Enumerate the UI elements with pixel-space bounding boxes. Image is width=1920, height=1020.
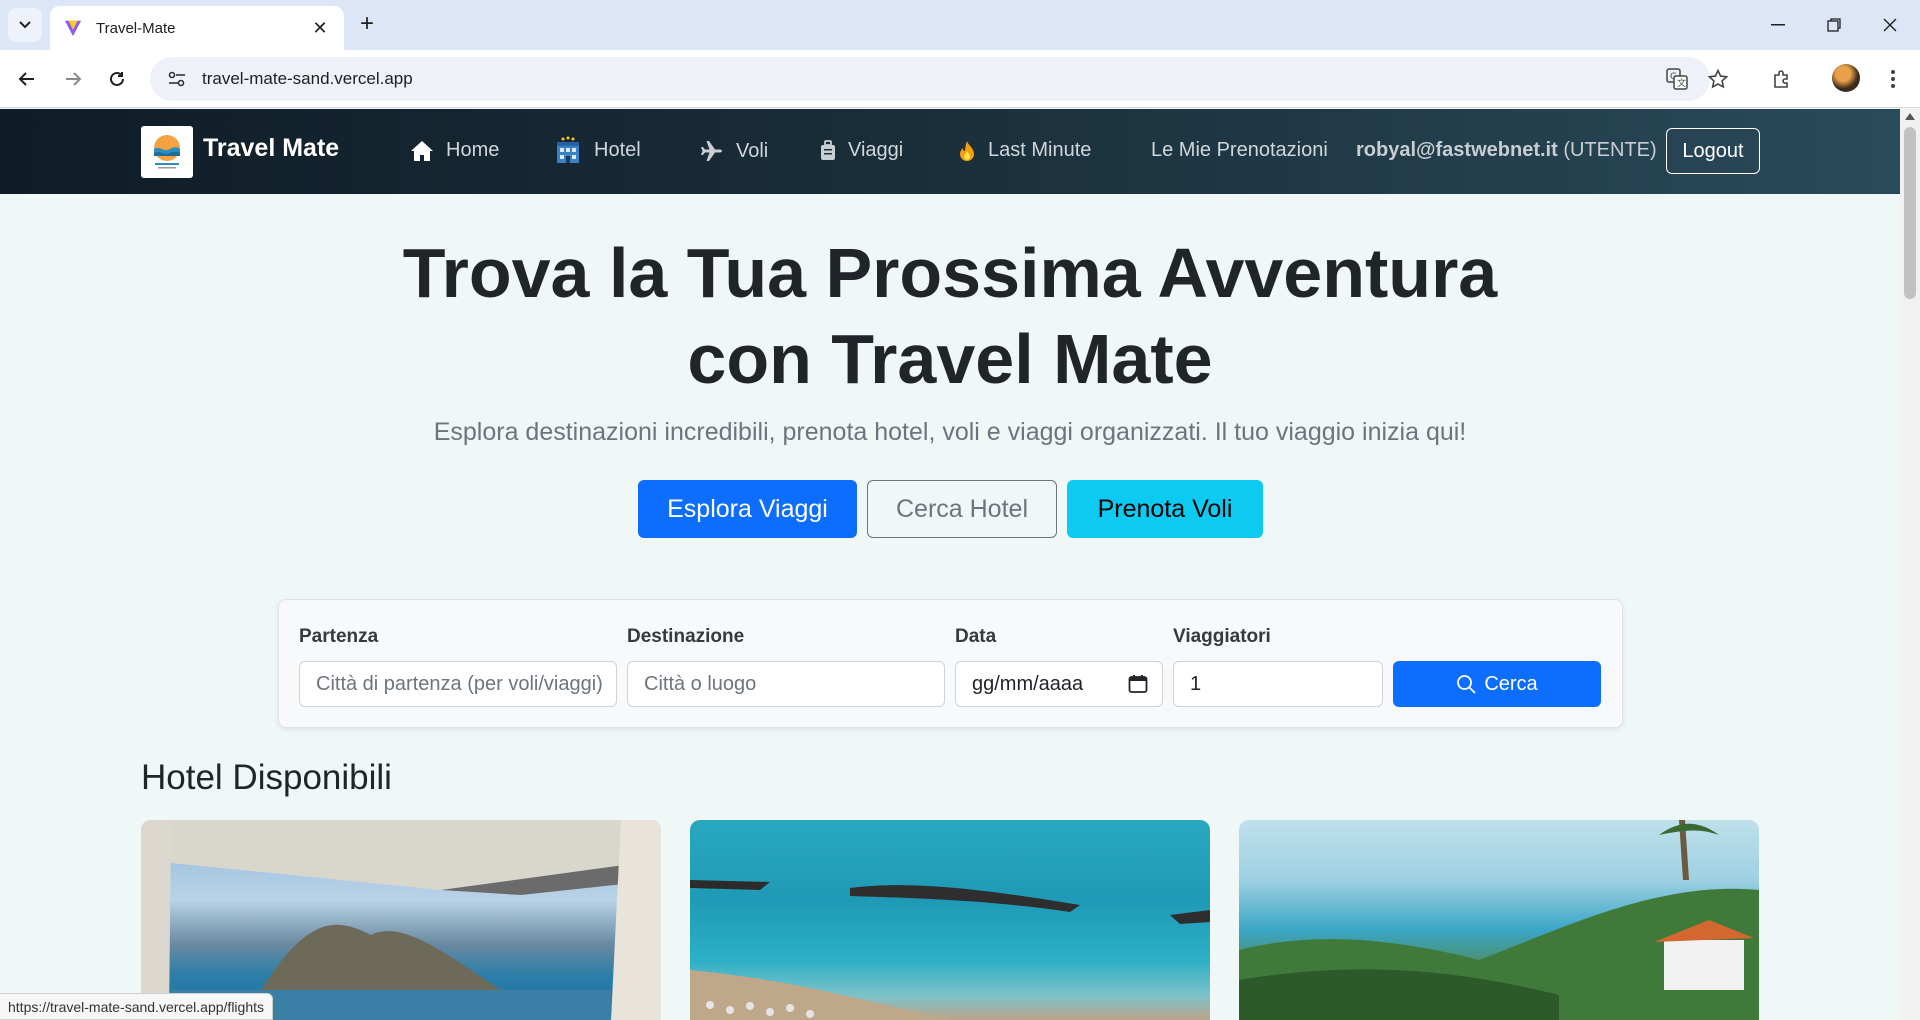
- reload-icon: [110, 71, 124, 86]
- nav-voli-label: Voli: [736, 139, 769, 162]
- plane-icon: [700, 139, 724, 163]
- back-button[interactable]: [10, 62, 44, 96]
- chevron-down-icon: [19, 21, 31, 29]
- nav-hotel[interactable]: Hotel: [554, 136, 641, 164]
- translate-icon[interactable]: G文: [1660, 62, 1694, 96]
- close-window-button[interactable]: [1870, 8, 1910, 42]
- search-button[interactable]: Cerca: [1393, 661, 1601, 707]
- page-scrollbar[interactable]: [1900, 109, 1920, 1020]
- calendar-icon[interactable]: [1128, 674, 1148, 700]
- hotel-image: [690, 880, 1210, 1020]
- nav-my-bookings[interactable]: Le Mie Prenotazioni: [1151, 139, 1328, 162]
- restore-button[interactable]: [1814, 8, 1854, 42]
- home-icon: [410, 140, 434, 162]
- nav-viaggi[interactable]: Viaggi: [820, 139, 903, 162]
- minimize-button[interactable]: [1758, 8, 1798, 42]
- search-hotel-button[interactable]: Cerca Hotel: [867, 480, 1057, 538]
- date-input[interactable]: gg/mm/aaaa: [955, 661, 1163, 707]
- travelers-label: Viaggiatori: [1173, 626, 1271, 647]
- nav-viaggi-label: Viaggi: [848, 139, 904, 161]
- browser-menu-icon[interactable]: [1876, 62, 1910, 96]
- nav-hotel-label: Hotel: [594, 138, 641, 161]
- browser-toolbar: travel-mate-sand.vercel.app G文: [0, 50, 1920, 108]
- user-role: (UTENTE): [1563, 139, 1657, 161]
- departure-input[interactable]: Città di partenza (per voli/viaggi): [299, 661, 617, 707]
- hero-title-line1: Trova la Tua Prossima Avventura: [402, 234, 1498, 312]
- date-label: Data: [955, 626, 997, 647]
- nav-voli[interactable]: Voli: [700, 139, 768, 163]
- new-tab-button[interactable]: +: [352, 10, 382, 40]
- nav-last-minute-label: Last Minute: [988, 139, 1092, 161]
- tab-search-button[interactable]: [8, 8, 42, 42]
- bookmark-star-icon[interactable]: [1701, 62, 1735, 96]
- user-info: robyal@fastwebnet.it (UTENTE): [1356, 139, 1657, 162]
- travelers-input[interactable]: 1: [1173, 661, 1383, 707]
- hotels-section-title: Hotel Disponibili: [141, 758, 392, 797]
- browser-tab[interactable]: Travel-Mate ✕: [50, 6, 344, 50]
- book-flights-button[interactable]: Prenota Voli: [1067, 480, 1263, 538]
- hotel-icon: [554, 136, 582, 164]
- tab-close-icon[interactable]: ✕: [310, 18, 330, 39]
- brand-logo[interactable]: [141, 126, 193, 178]
- arrow-right-icon: [66, 72, 82, 86]
- departure-label: Partenza: [299, 626, 379, 647]
- scroll-up-arrow-icon[interactable]: [1905, 113, 1915, 120]
- site-settings-icon[interactable]: [164, 66, 190, 92]
- hero-title: Trova la Tua Prossima Avventura con Trav…: [340, 230, 1560, 402]
- forward-button[interactable]: [56, 62, 90, 96]
- hotel-card[interactable]: [690, 820, 1210, 1020]
- scroll-thumb[interactable]: [1904, 127, 1916, 299]
- site-navbar: Travel Mate Home Hotel Voli Viaggi Last …: [0, 109, 1900, 194]
- nav-last-minute[interactable]: Last Minute: [958, 139, 1091, 162]
- nav-my-bookings-label: Le Mie Prenotazioni: [1151, 139, 1328, 161]
- fire-icon: [958, 140, 976, 162]
- browser-tab-bar: Travel-Mate ✕ +: [0, 0, 1920, 50]
- destination-label: Destinazione: [627, 626, 745, 647]
- search-card: Partenza Città di partenza (per voli/via…: [278, 599, 1623, 728]
- date-placeholder: gg/mm/aaaa: [972, 672, 1084, 695]
- logout-button[interactable]: Logout: [1666, 128, 1760, 174]
- arrow-left-icon: [18, 72, 34, 86]
- user-email: robyal@fastwebnet.it: [1356, 139, 1558, 161]
- tab-title: Travel-Mate: [96, 19, 176, 37]
- status-bar-url: https://travel-mate-sand.vercel.app/flig…: [0, 993, 274, 1020]
- search-button-label: Cerca: [1484, 672, 1538, 695]
- hero-subtitle: Esplora destinazioni incredibili, prenot…: [433, 418, 1467, 446]
- svg-text:文: 文: [1677, 77, 1686, 89]
- reload-button[interactable]: [100, 62, 134, 96]
- search-icon: [1456, 674, 1476, 694]
- profile-avatar[interactable]: [1832, 64, 1860, 92]
- extensions-icon[interactable]: [1765, 62, 1799, 96]
- nav-home[interactable]: Home: [410, 139, 499, 162]
- hotel-image: [1239, 820, 1759, 1020]
- brand-name[interactable]: Travel Mate: [203, 134, 339, 163]
- hotel-image: [141, 820, 661, 1020]
- vite-favicon-icon: [64, 20, 82, 37]
- luggage-icon: [820, 139, 836, 162]
- address-bar[interactable]: travel-mate-sand.vercel.app: [150, 57, 1710, 101]
- hotel-card[interactable]: [1239, 820, 1759, 1020]
- destination-input[interactable]: Città o luogo: [627, 661, 945, 707]
- travel-mate-logo-icon: [154, 135, 180, 169]
- nav-home-label: Home: [446, 139, 500, 161]
- url-text: travel-mate-sand.vercel.app: [202, 69, 413, 88]
- hero-title-line2: con Travel Mate: [687, 320, 1213, 398]
- hotel-card[interactable]: [141, 820, 661, 1020]
- explore-trips-button[interactable]: Esplora Viaggi: [638, 480, 857, 538]
